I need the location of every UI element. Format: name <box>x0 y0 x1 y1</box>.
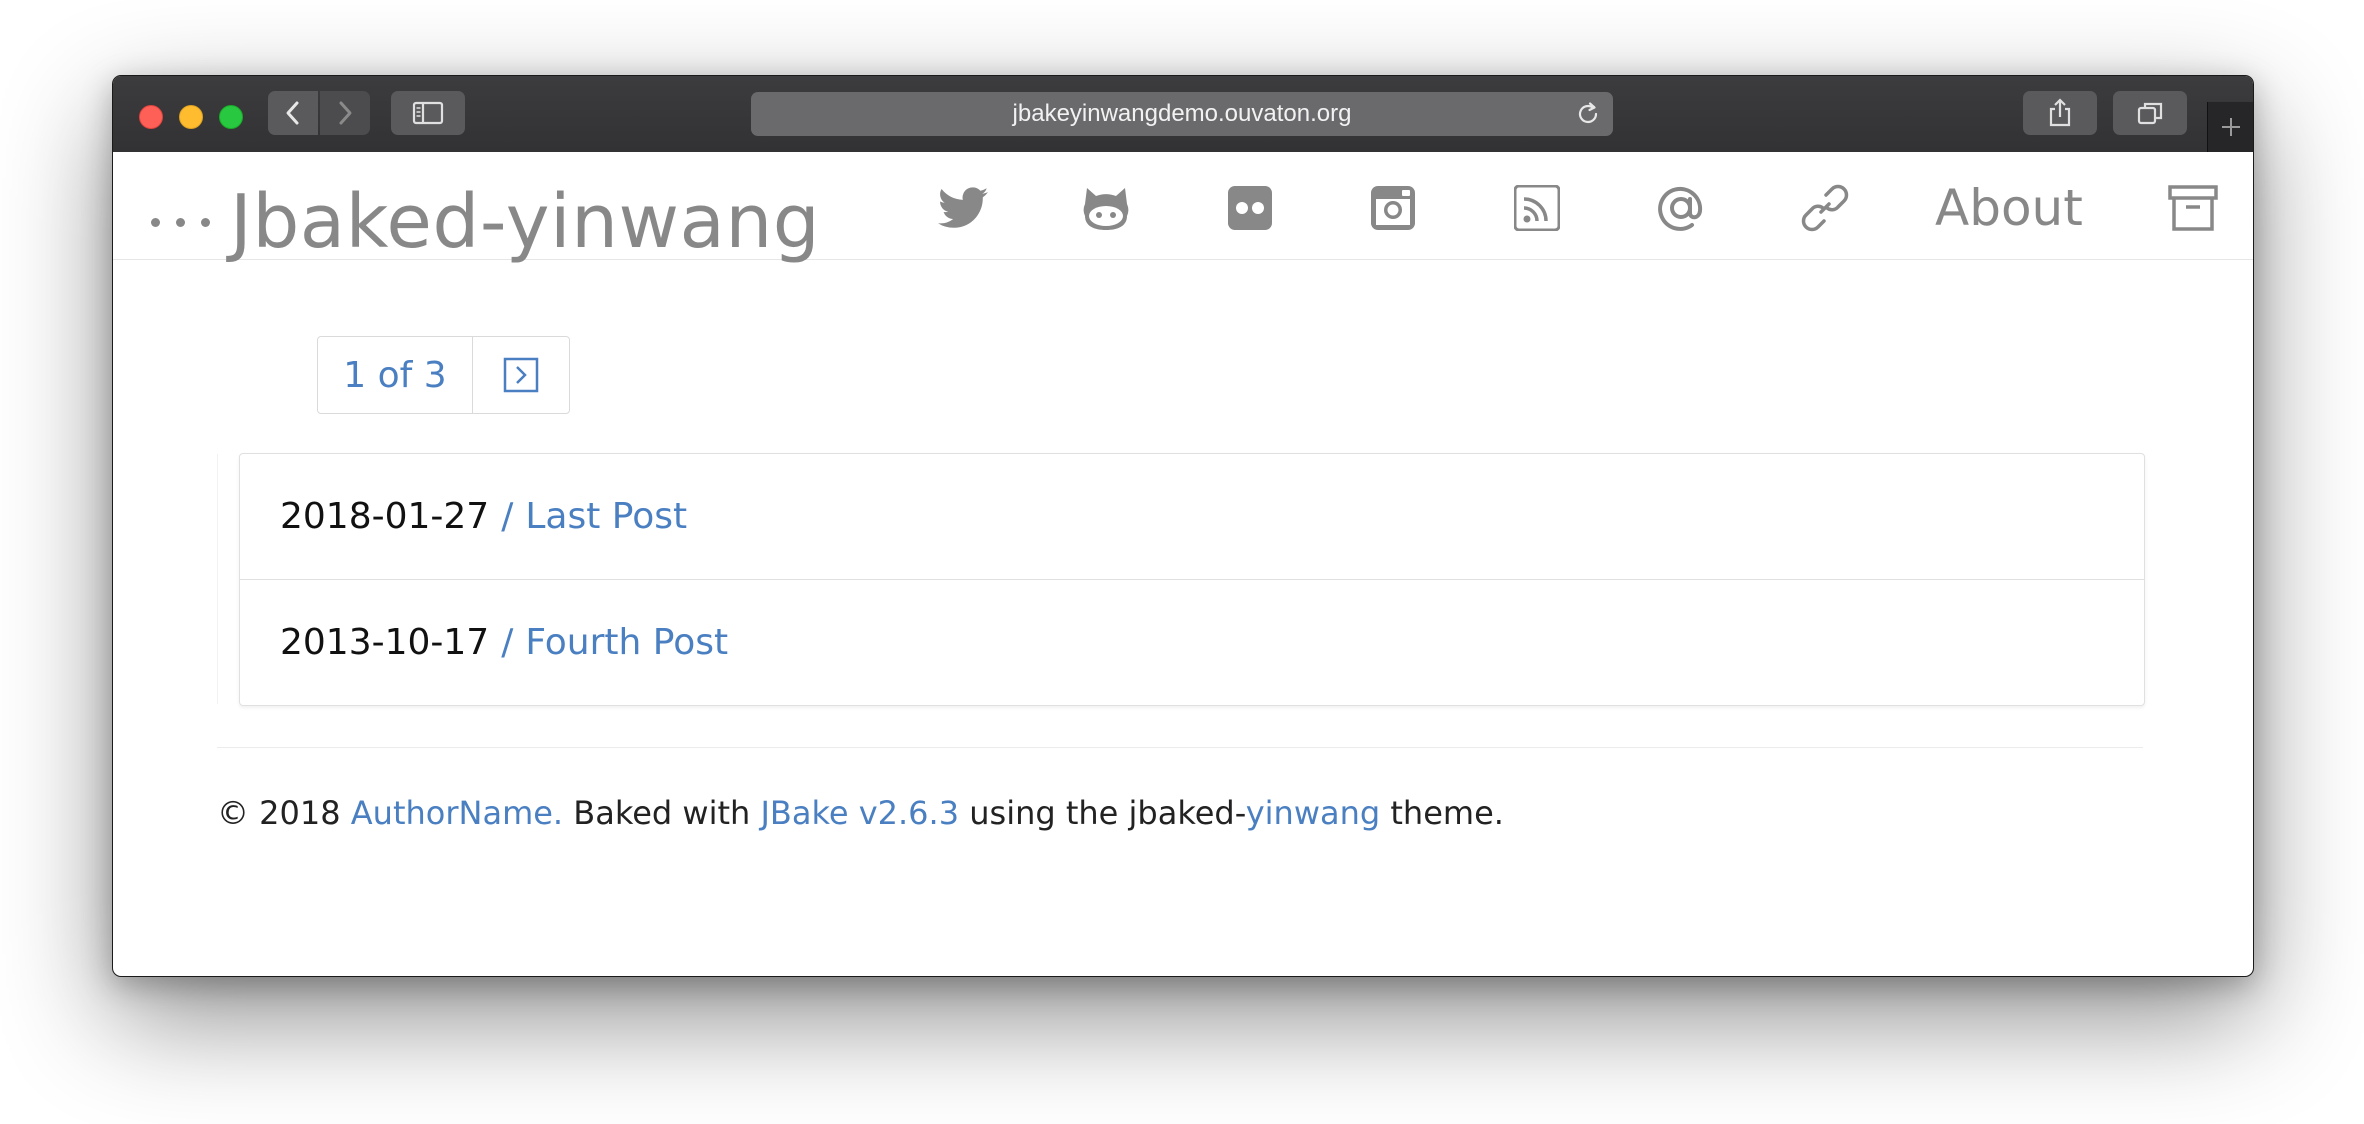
site-footer: © 2018 AuthorName. Baked with JBake v2.6… <box>217 794 1504 832</box>
tabs-overview-icon <box>2137 102 2163 125</box>
page-count: 1 of 3 <box>318 337 473 413</box>
footer-theme-suffix: theme. <box>1380 794 1504 832</box>
address-bar[interactable]: jbakeyinwangdemo.ouvaton.org <box>751 92 1613 136</box>
new-tab-button[interactable] <box>2207 102 2253 152</box>
footer-using-text: using the jbaked- <box>959 794 1246 832</box>
browser-window: jbakeyinwangdemo.ouvaton.org Jbaked-yinw… <box>112 75 2254 977</box>
browser-toolbar: jbakeyinwangdemo.ouvaton.org <box>113 76 2253 153</box>
footer-jbake-link[interactable]: JBake v2.6.3 <box>760 794 959 832</box>
share-button[interactable] <box>2023 91 2097 135</box>
next-page-button[interactable] <box>473 337 569 413</box>
flickr-icon[interactable] <box>1224 182 1276 234</box>
footer-author-link[interactable]: AuthorName. <box>351 794 563 832</box>
pagination: 1 of 3 <box>317 336 570 414</box>
github-icon[interactable] <box>1080 182 1132 234</box>
forward-button[interactable] <box>320 91 370 135</box>
plus-icon <box>2222 118 2240 136</box>
rss-icon[interactable] <box>1511 182 1563 234</box>
close-window-button[interactable] <box>139 105 163 129</box>
show-tabs-button[interactable] <box>2113 91 2187 135</box>
back-button[interactable] <box>268 91 318 135</box>
email-icon[interactable] <box>1655 182 1707 234</box>
site-title[interactable]: Jbaked-yinwang <box>230 174 820 270</box>
sidebar-icon <box>412 101 444 125</box>
footer-theme-link[interactable]: yinwang <box>1246 794 1380 832</box>
menu-dots-icon[interactable] <box>151 218 210 227</box>
footer-baked-with: Baked with <box>563 794 761 832</box>
sidebar-toggle-button[interactable] <box>391 91 465 135</box>
post-separator: / <box>501 496 514 537</box>
twitter-icon[interactable] <box>937 182 989 234</box>
chevron-left-icon <box>286 101 299 125</box>
nav-about-link[interactable]: About <box>1935 176 2083 240</box>
zoom-window-button[interactable] <box>219 105 243 129</box>
share-icon <box>2049 98 2071 127</box>
chevron-right-box-icon <box>503 357 539 393</box>
instagram-icon[interactable] <box>1367 182 1419 234</box>
reload-icon[interactable] <box>1575 101 1601 127</box>
minimize-window-button[interactable] <box>179 105 203 129</box>
post-list: 2018-01-27 / Last Post 2013-10-17 / Four… <box>239 453 2145 706</box>
address-bar-url: jbakeyinwangdemo.ouvaton.org <box>1012 100 1352 127</box>
chevron-right-icon <box>339 101 352 125</box>
post-list-item: 2018-01-27 / Last Post <box>240 454 2144 579</box>
post-date: 2013-10-17 <box>280 622 490 663</box>
footer-divider <box>217 747 2143 748</box>
archive-icon[interactable] <box>2167 182 2219 234</box>
post-date: 2018-01-27 <box>280 496 490 537</box>
list-shadow <box>217 454 240 704</box>
post-separator: / <box>501 622 514 663</box>
post-title-link[interactable]: Fourth Post <box>525 622 728 663</box>
post-list-item: 2013-10-17 / Fourth Post <box>240 579 2144 705</box>
link-icon[interactable] <box>1799 182 1851 234</box>
post-title-link[interactable]: Last Post <box>525 496 687 537</box>
footer-copyright: © 2018 <box>217 794 351 832</box>
